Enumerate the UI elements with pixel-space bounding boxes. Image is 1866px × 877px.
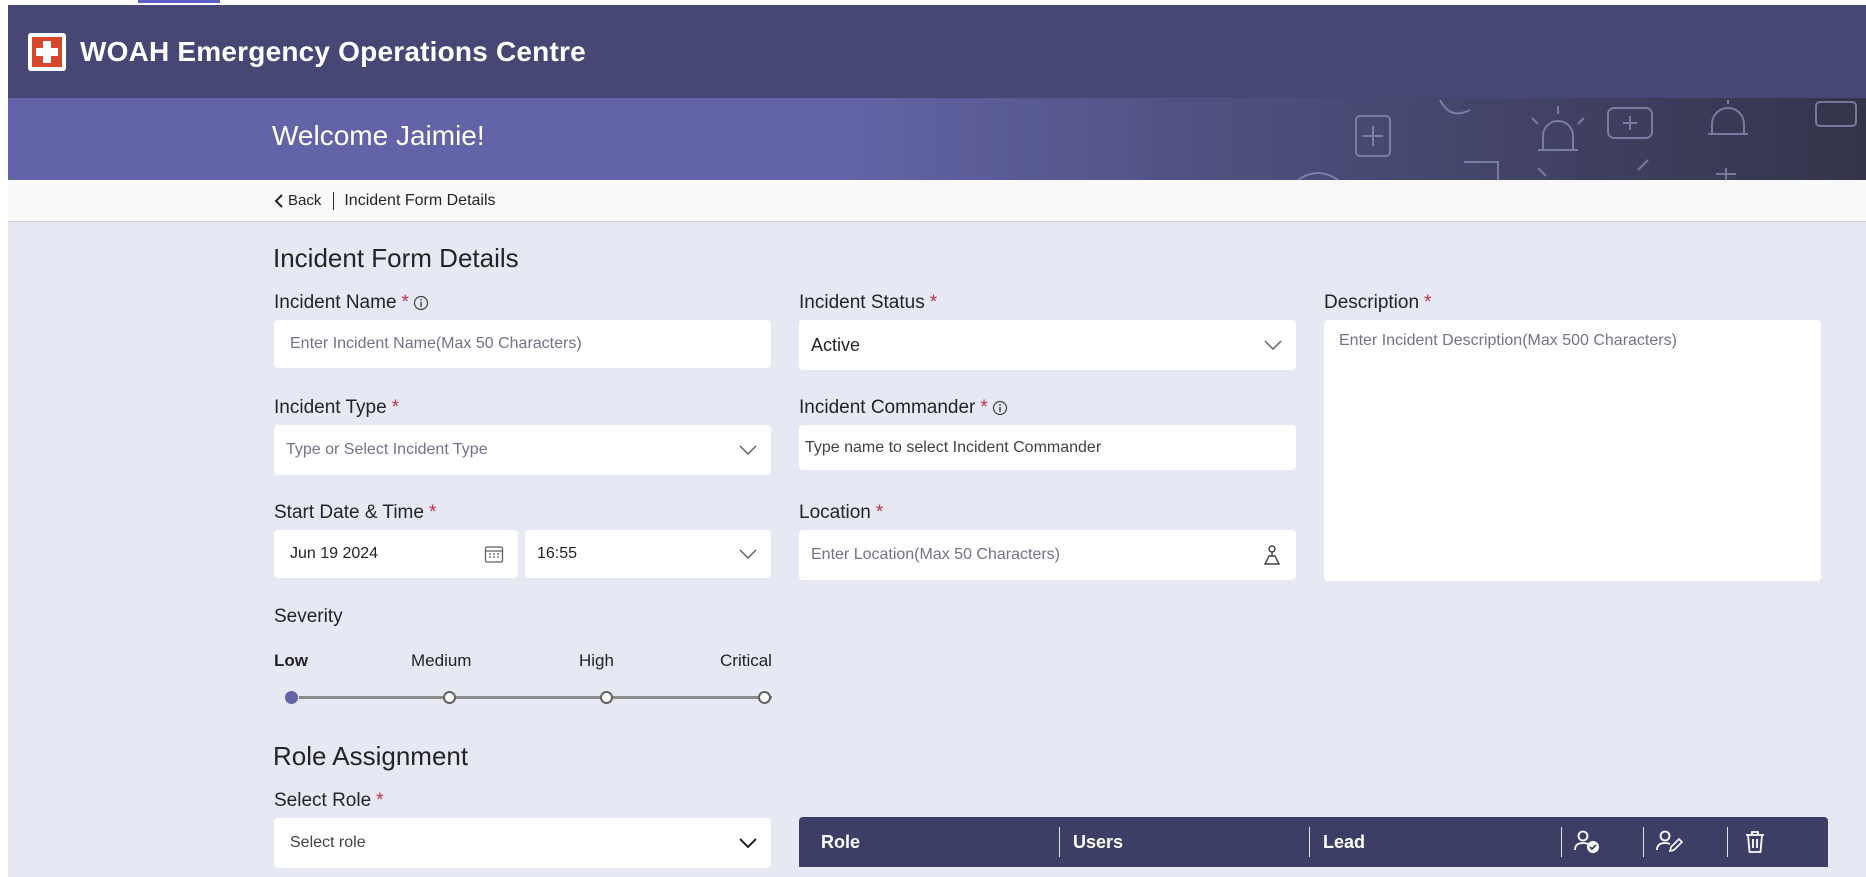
- column-separator: [1561, 827, 1562, 857]
- column-separator: [1309, 827, 1310, 857]
- app-logo-icon: [28, 32, 66, 71]
- severity-step-marker[interactable]: [443, 691, 456, 704]
- column-separator: [1727, 827, 1728, 857]
- severity-label: Severity: [274, 606, 343, 627]
- incident-commander-label: Incident Commander *: [799, 397, 1008, 419]
- column-separator: [1643, 827, 1644, 857]
- incident-type-placeholder: Type or Select Incident Type: [286, 441, 488, 458]
- required-marker: *: [401, 292, 409, 313]
- incident-name-label-text: Incident Name: [274, 292, 397, 313]
- form-title: Incident Form Details: [273, 243, 519, 273]
- assign-users-icon[interactable]: [1573, 817, 1601, 867]
- back-link[interactable]: Back: [274, 192, 321, 209]
- incident-name-label: Incident Name *: [274, 292, 429, 314]
- breadcrumb-separator: [333, 191, 335, 210]
- severity-level-medium[interactable]: Medium: [411, 651, 471, 671]
- start-date-value: Jun 19 2024: [290, 545, 379, 562]
- required-marker: *: [929, 292, 938, 313]
- incident-type-label: Incident Type *: [274, 397, 399, 419]
- start-date-picker[interactable]: Jun 19 2024: [274, 530, 518, 578]
- description-textarea[interactable]: Enter Incident Description(Max 500 Chara…: [1324, 320, 1821, 581]
- column-header-role: Role: [821, 831, 861, 852]
- incident-status-label-text: Incident Status: [799, 292, 925, 313]
- required-marker: *: [391, 397, 400, 418]
- incident-type-label-text: Incident Type: [274, 397, 387, 418]
- chevron-down-icon: [739, 445, 757, 455]
- required-marker: *: [1424, 292, 1432, 313]
- severity-slider-thumb[interactable]: [285, 691, 298, 704]
- incident-commander-label-text: Incident Commander: [799, 397, 976, 418]
- role-assignment-title: Role Assignment: [273, 741, 469, 771]
- location-placeholder: Enter Location(Max 50 Characters): [811, 546, 1060, 563]
- location-label: Location *: [799, 502, 883, 524]
- severity-level-critical[interactable]: Critical: [720, 651, 772, 671]
- breadcrumb: Back Incident Form Details: [8, 180, 1866, 222]
- info-icon[interactable]: [413, 295, 429, 311]
- column-header-users: Users: [1073, 831, 1124, 852]
- welcome-text: Welcome Jaimie!: [272, 120, 485, 151]
- severity-step-marker[interactable]: [600, 691, 613, 704]
- description-label: Description *: [1324, 292, 1431, 314]
- incident-status-value: Active: [811, 334, 861, 355]
- incident-commander-input[interactable]: Type name to select Incident Commander: [799, 425, 1296, 470]
- calendar-icon[interactable]: [484, 544, 504, 564]
- edit-user-icon[interactable]: [1655, 817, 1683, 867]
- severity-level-low[interactable]: Low: [274, 651, 308, 671]
- description-placeholder: Enter Incident Description(Max 500 Chara…: [1339, 332, 1677, 349]
- start-time-value: 16:55: [537, 545, 578, 562]
- required-marker: *: [428, 502, 437, 523]
- incident-status-label: Incident Status *: [799, 292, 937, 314]
- description-label-text: Description: [1324, 292, 1420, 313]
- location-label-text: Location: [799, 502, 871, 523]
- required-marker: *: [980, 397, 988, 418]
- breadcrumb-current: Incident Form Details: [344, 191, 496, 209]
- select-role-label: Select Role *: [274, 790, 384, 812]
- welcome-banner: Welcome Jaimie!: [8, 98, 1866, 180]
- start-time-dropdown[interactable]: 16:55: [525, 530, 771, 578]
- role-table-header: Role Users Lead: [799, 817, 1828, 867]
- incident-type-combobox[interactable]: Type or Select Incident Type: [274, 425, 771, 475]
- severity-slider-track[interactable]: [299, 696, 772, 699]
- banner-decoration-icons: [1297, 99, 1857, 180]
- column-separator: [1059, 827, 1060, 857]
- select-role-dropdown[interactable]: Select role: [274, 818, 771, 868]
- incident-name-placeholder: Enter Incident Name(Max 50 Characters): [290, 335, 582, 352]
- incident-status-dropdown[interactable]: Active: [799, 320, 1296, 370]
- map-pin-person-icon[interactable]: [1262, 544, 1282, 566]
- active-tab-indicator: [138, 0, 220, 3]
- column-header-lead: Lead: [1323, 831, 1366, 852]
- required-marker: *: [875, 502, 884, 523]
- back-label: Back: [288, 192, 322, 209]
- delete-icon[interactable]: [1743, 817, 1767, 867]
- chevron-left-icon: [274, 193, 283, 208]
- required-marker: *: [376, 790, 384, 811]
- incident-commander-placeholder: Type name to select Incident Commander: [805, 438, 1102, 456]
- select-role-placeholder: Select role: [290, 834, 366, 851]
- chevron-down-icon: [739, 838, 757, 848]
- chevron-down-icon: [739, 549, 757, 559]
- select-role-label-text: Select Role: [274, 790, 372, 811]
- severity-level-high[interactable]: High: [579, 651, 614, 671]
- app-title: WOAH Emergency Operations Centre: [80, 35, 586, 67]
- location-input[interactable]: Enter Location(Max 50 Characters): [799, 530, 1296, 580]
- info-icon[interactable]: [992, 400, 1008, 416]
- chevron-down-icon: [1264, 340, 1282, 350]
- app-frame: WOAH Emergency Operations Centre Welcome…: [8, 0, 1866, 877]
- start-datetime-label-text: Start Date & Time: [274, 502, 424, 523]
- start-datetime-label: Start Date & Time *: [274, 502, 436, 524]
- app-header: WOAH Emergency Operations Centre: [8, 5, 1866, 98]
- severity-step-marker[interactable]: [758, 691, 771, 704]
- incident-name-input[interactable]: Enter Incident Name(Max 50 Characters): [274, 320, 771, 368]
